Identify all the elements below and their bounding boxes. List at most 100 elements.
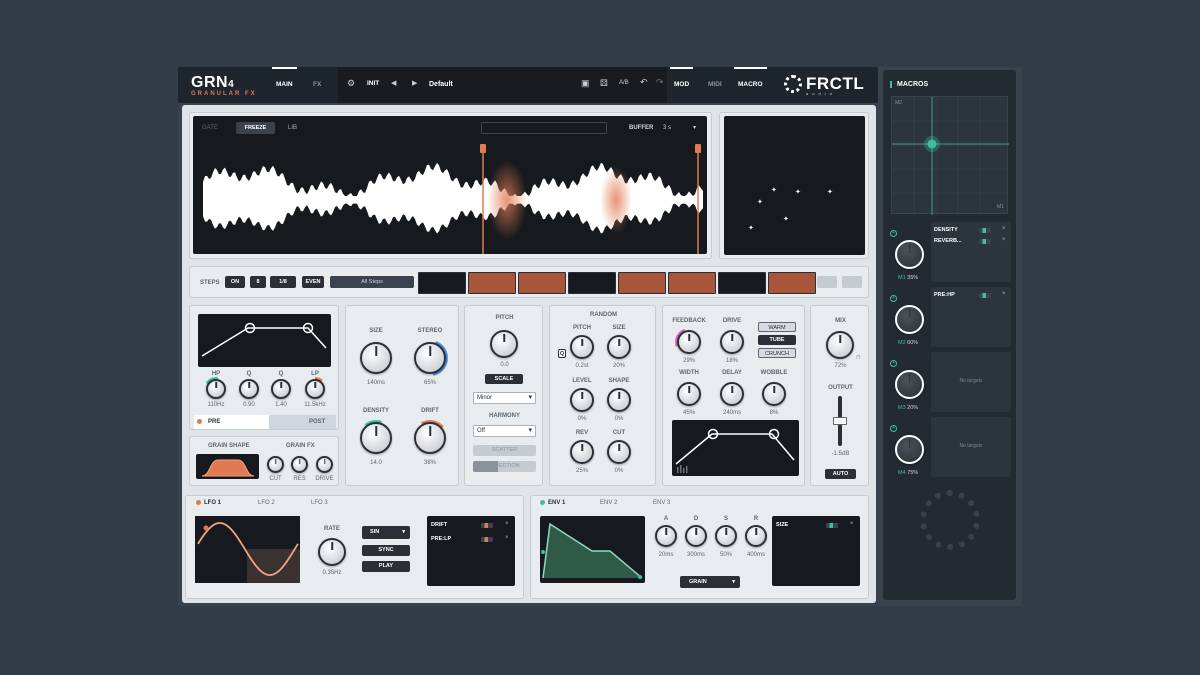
mod-amount-slider[interactable] — [826, 523, 838, 528]
fx-drive-knob[interactable] — [720, 330, 744, 354]
lock-icon[interactable]: ⊓ — [856, 354, 861, 361]
random-rev-knob[interactable] — [570, 440, 594, 464]
drive-mode-tube[interactable]: TUBE — [758, 335, 796, 345]
close-icon[interactable]: × — [505, 521, 509, 527]
step-cell[interactable] — [768, 272, 816, 294]
lfo-display[interactable] — [195, 516, 300, 583]
tab-macro[interactable]: MACRO — [734, 67, 767, 88]
tab-fx[interactable]: FX — [313, 81, 321, 88]
scatter-button[interactable]: SCATTER — [473, 445, 536, 456]
steps-count[interactable]: 8 — [250, 276, 266, 288]
save-icon[interactable]: ▣ — [581, 78, 590, 89]
mix-knob[interactable] — [826, 331, 854, 359]
lfo-shape-select[interactable]: SIN ▾ — [362, 526, 410, 539]
fx-delay-knob[interactable] — [720, 382, 744, 406]
harmony-select[interactable]: Off — [473, 425, 536, 437]
step-cell[interactable] — [618, 272, 666, 294]
tab-main[interactable]: MAIN — [272, 67, 297, 88]
steps-pattern-select[interactable]: All Steps — [330, 276, 414, 288]
grain-density-knob[interactable] — [360, 422, 392, 454]
close-icon[interactable]: × — [850, 521, 854, 527]
tab-lfo2[interactable]: LFO 2 — [258, 500, 275, 506]
grain-shape-display[interactable] — [196, 454, 259, 479]
macro-target-slot[interactable]: DENSITY × REVERB... × — [931, 222, 1011, 282]
macro-knob-m4[interactable] — [895, 435, 924, 464]
close-icon[interactable]: × — [1002, 226, 1006, 232]
env-mode-select[interactable]: GRAIN ▾ — [680, 576, 740, 588]
filter-pre-tab[interactable]: PRE — [194, 415, 269, 429]
step-cell[interactable] — [668, 272, 716, 294]
redo-icon[interactable]: ↷ — [656, 77, 664, 88]
macro-knob-m3[interactable] — [895, 370, 924, 399]
random-level-knob[interactable] — [570, 388, 594, 412]
steps-on-toggle[interactable]: ON — [225, 276, 245, 288]
grain-stereo-knob[interactable] — [414, 342, 446, 374]
env-a-knob[interactable] — [655, 525, 677, 547]
grain-fx-drive[interactable] — [316, 456, 333, 473]
tab-midi[interactable]: MIDI — [708, 81, 722, 88]
grain-size-knob[interactable] — [360, 342, 392, 374]
macro-amount-slider[interactable] — [979, 239, 991, 244]
macro-amount-slider[interactable] — [979, 293, 991, 298]
filter-post-tab[interactable]: POST — [269, 415, 336, 429]
preset-name[interactable]: Default — [429, 81, 453, 88]
mod-amount-slider[interactable] — [481, 523, 493, 528]
filter-knob-lp[interactable] — [305, 379, 325, 399]
random-pitch-knob[interactable] — [570, 335, 594, 359]
lfo-rate-knob[interactable] — [318, 538, 346, 566]
pitch-knob[interactable] — [490, 330, 518, 358]
grain-fx-cut[interactable] — [267, 456, 284, 473]
tab-lfo1[interactable]: LFO 1 — [204, 500, 221, 506]
lfo-play-button[interactable]: PLAY — [362, 561, 410, 572]
drive-mode-crunch[interactable]: CRUNCH — [758, 348, 796, 358]
tab-env1[interactable]: ENV 1 — [548, 500, 565, 506]
direction-slider[interactable]: DIRECTION — [473, 461, 536, 472]
ab-compare-button[interactable]: A/B — [619, 80, 629, 86]
env-s-knob[interactable] — [715, 525, 737, 547]
scale-select[interactable]: Minor — [473, 392, 536, 404]
prev-preset-icon[interactable]: ◀ — [391, 79, 396, 87]
preset-init-button[interactable]: INIT — [367, 80, 379, 87]
auto-button[interactable]: AUTO — [825, 469, 856, 479]
fx-width-knob[interactable] — [677, 382, 701, 406]
filter-curve-display[interactable] — [198, 314, 331, 367]
env-d-knob[interactable] — [685, 525, 707, 547]
macro-knob-m2[interactable] — [895, 305, 924, 334]
close-icon[interactable]: × — [1002, 291, 1006, 297]
steps-rate[interactable]: 1/8 — [270, 276, 296, 288]
macro-target-slot[interactable]: No targets — [931, 417, 1011, 477]
mod-amount-slider[interactable] — [481, 537, 493, 542]
filter-knob-q[interactable] — [271, 379, 291, 399]
step-cell[interactable] — [518, 272, 566, 294]
macro-knob-m1[interactable] — [895, 240, 924, 269]
random-cut-knob[interactable] — [607, 440, 631, 464]
grain-drift-knob[interactable] — [414, 422, 446, 454]
tab-env3[interactable]: ENV 3 — [653, 500, 670, 506]
waveform-display[interactable]: GATE FREEZE LIB BUFFER 3 s ▾ — [193, 116, 707, 254]
random-dice-icon[interactable]: ⚄ — [600, 78, 608, 89]
macro-target-slot[interactable]: PRE:HP × — [931, 287, 1011, 347]
macro-xy-pad[interactable]: M2 M1 — [891, 96, 1009, 215]
step-cell[interactable] — [568, 272, 616, 294]
random-shape-knob[interactable] — [607, 388, 631, 412]
fx-feedback-knob[interactable] — [677, 330, 701, 354]
close-icon[interactable]: × — [1002, 237, 1006, 243]
tab-lfo3[interactable]: LFO 3 — [311, 500, 328, 506]
env-display[interactable] — [540, 516, 645, 583]
steps-extra-button[interactable] — [842, 276, 862, 288]
macro-target-slot[interactable]: No targets — [931, 352, 1011, 412]
random-size-knob[interactable] — [607, 335, 631, 359]
step-cell[interactable] — [718, 272, 766, 294]
undo-icon[interactable]: ↶ — [640, 77, 648, 88]
filter-knob-hp[interactable] — [206, 379, 226, 399]
step-cell[interactable] — [418, 272, 466, 294]
settings-icon[interactable]: ⚙ — [347, 78, 355, 89]
drive-mode-warm[interactable]: WARM — [758, 322, 796, 332]
next-preset-icon[interactable]: ▶ — [412, 79, 417, 87]
random-quantize-toggle[interactable]: Q — [558, 349, 566, 358]
lfo-sync-button[interactable]: SYNC — [362, 545, 410, 556]
tab-mod[interactable]: MOD — [669, 67, 694, 88]
grain-fx-res[interactable] — [291, 456, 308, 473]
tab-env2[interactable]: ENV 2 — [600, 500, 617, 506]
eq-display[interactable] — [672, 420, 799, 476]
